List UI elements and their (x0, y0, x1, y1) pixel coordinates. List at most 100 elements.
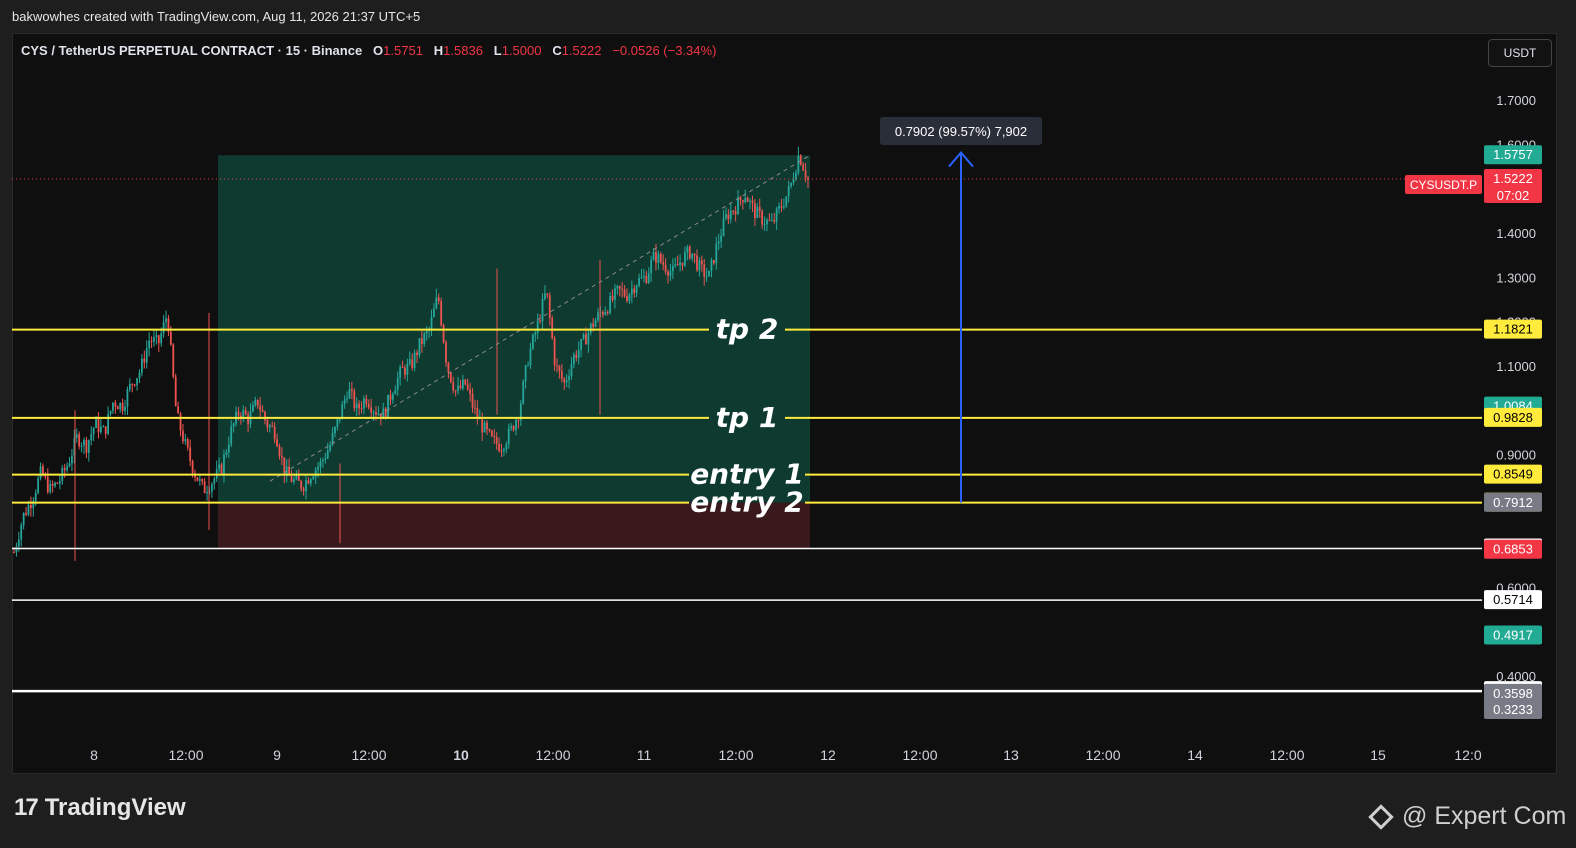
price-label: 1.5222 07:02 (1484, 168, 1542, 203)
candle-body (785, 196, 788, 207)
symbol-name[interactable]: CYS / TetherUS PERPETUAL CONTRACT · 15 ·… (21, 43, 362, 58)
candle-body (78, 434, 81, 447)
candle-body (563, 378, 566, 383)
change-value: −0.0526 (−3.34%) (612, 43, 717, 58)
open-value: 1.5751 (383, 43, 423, 58)
candle-body (749, 200, 751, 202)
candle-body (804, 170, 807, 178)
x-tick-label: 12:00 (168, 747, 203, 763)
candle-body (522, 381, 525, 404)
candle-body (198, 479, 201, 481)
candle-body (232, 423, 235, 427)
candle-body (674, 264, 677, 266)
candle-body (633, 288, 636, 293)
candle-body (268, 425, 271, 428)
candle-body (710, 259, 713, 271)
tradingview-logo[interactable]: 17 TradingView (14, 794, 186, 822)
candle-body (647, 273, 650, 283)
candle-body (642, 276, 645, 278)
candle-body (573, 354, 575, 365)
candle-body (691, 253, 694, 259)
candle-body (223, 454, 225, 475)
price-label-text: 0.4917 (1493, 627, 1533, 642)
candle-body (618, 285, 621, 289)
candle-body (686, 246, 689, 253)
candle-body (401, 367, 404, 369)
candle-body (109, 410, 112, 414)
candle-body (124, 406, 126, 412)
x-tick-label: 13 (1003, 747, 1019, 763)
candle-body (570, 364, 573, 377)
candle-body (133, 384, 136, 386)
candle-body (461, 379, 464, 389)
candle-body (56, 482, 59, 484)
candle-body (389, 394, 392, 400)
candle-body (75, 434, 78, 438)
candle-body (242, 410, 245, 418)
price-label: 1.5757 (1484, 145, 1542, 165)
candle-body (512, 426, 515, 431)
currency-button[interactable]: USDT (1488, 39, 1552, 67)
candle-body (160, 333, 163, 344)
price-label-text: 0.3233 (1493, 702, 1533, 717)
price-chart[interactable]: tp 2tp 1entry 1entry 21.70001.60001.4000… (0, 0, 1576, 848)
candle-body (329, 444, 332, 451)
candle-body (510, 426, 513, 429)
candle-body (754, 203, 756, 219)
candle-body (541, 298, 544, 322)
candle-body (218, 464, 221, 469)
candle-body (457, 385, 459, 392)
price-label-text: 1.5757 (1493, 147, 1533, 162)
candle-body (97, 418, 100, 433)
open-label: O (373, 43, 384, 58)
candle-body (744, 198, 747, 203)
candle-body (404, 367, 406, 375)
candle-body (25, 512, 27, 515)
candle-body (396, 377, 399, 390)
candle-body (302, 488, 305, 492)
candle-body (684, 252, 686, 266)
candle-body (66, 466, 68, 471)
candle-body (490, 430, 493, 437)
candle-body (476, 407, 479, 419)
x-tick-label: 11 (637, 747, 652, 763)
candle-body (278, 446, 281, 456)
candle-body (51, 483, 54, 486)
x-tick-label: 12:00 (718, 747, 753, 763)
candle-body (708, 270, 710, 277)
candle-body (114, 402, 117, 407)
candle-body (261, 410, 264, 412)
candle-body (312, 476, 315, 480)
candle-body (544, 293, 546, 299)
ohlc-legend: CYS / TetherUS PERPETUAL CONTRACT · 15 ·… (21, 43, 716, 58)
candle-body (758, 206, 761, 212)
candle-body (237, 411, 240, 416)
candle-body (141, 358, 143, 373)
candle-body (676, 264, 679, 266)
price-label: 0.6853 (1484, 539, 1542, 559)
candle-body (384, 408, 387, 418)
candle-body (259, 405, 262, 411)
candle-body (372, 412, 375, 414)
candle-body (669, 271, 672, 276)
candle-body (493, 436, 496, 438)
price-label-text: 0.8549 (1493, 467, 1533, 482)
candle-body (184, 439, 187, 442)
candle-body (500, 450, 503, 452)
candle-body (423, 333, 426, 345)
x-tick-label: 12:00 (902, 747, 937, 763)
candle-body (667, 271, 669, 276)
candle-body (799, 155, 802, 165)
price-label: 0.4917 (1484, 625, 1542, 645)
candle-body (486, 422, 488, 430)
candle-body (698, 260, 701, 271)
close-value: 1.5222 (561, 43, 602, 58)
candle-body (399, 367, 402, 378)
candle-body (179, 413, 182, 431)
x-tick-label: 10 (453, 747, 469, 763)
candle-body (244, 410, 247, 415)
candle-body (418, 338, 421, 356)
y-tick-label: 1.4000 (1496, 226, 1536, 241)
y-tick-label: 0.9000 (1496, 448, 1536, 463)
candle-body (326, 450, 329, 459)
